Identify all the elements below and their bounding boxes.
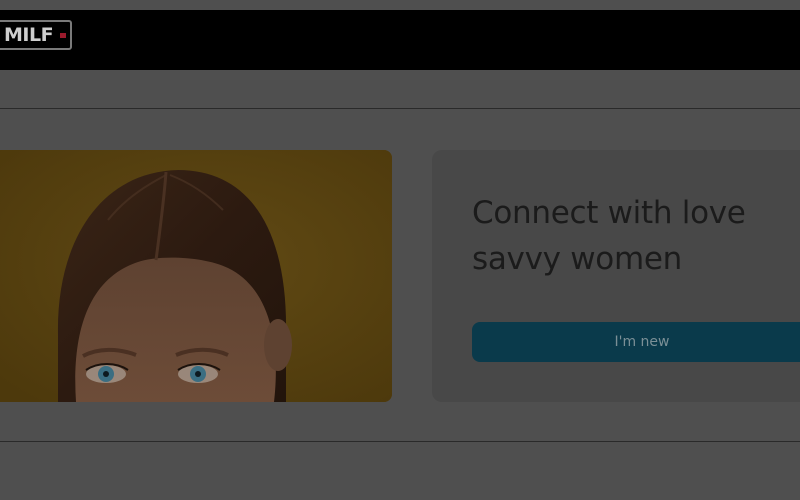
- im-new-button[interactable]: I'm new: [472, 322, 800, 362]
- section-divider-top: [0, 108, 800, 109]
- page: MILF Connect with love savvy women I'm n…: [0, 0, 800, 500]
- signup-headline: Connect with love savvy women: [472, 195, 746, 277]
- site-logo[interactable]: MILF: [0, 20, 72, 50]
- hero-photo: [0, 150, 392, 402]
- logo-text: MILF: [4, 24, 54, 46]
- brand-dot-icon: [60, 32, 67, 38]
- section-divider-bottom: [0, 441, 800, 442]
- top-strip: [0, 0, 800, 10]
- woman-portrait-icon: [0, 150, 392, 402]
- signup-card: Connect with love savvy women I'm new: [432, 150, 800, 402]
- site-header: MILF: [0, 10, 800, 70]
